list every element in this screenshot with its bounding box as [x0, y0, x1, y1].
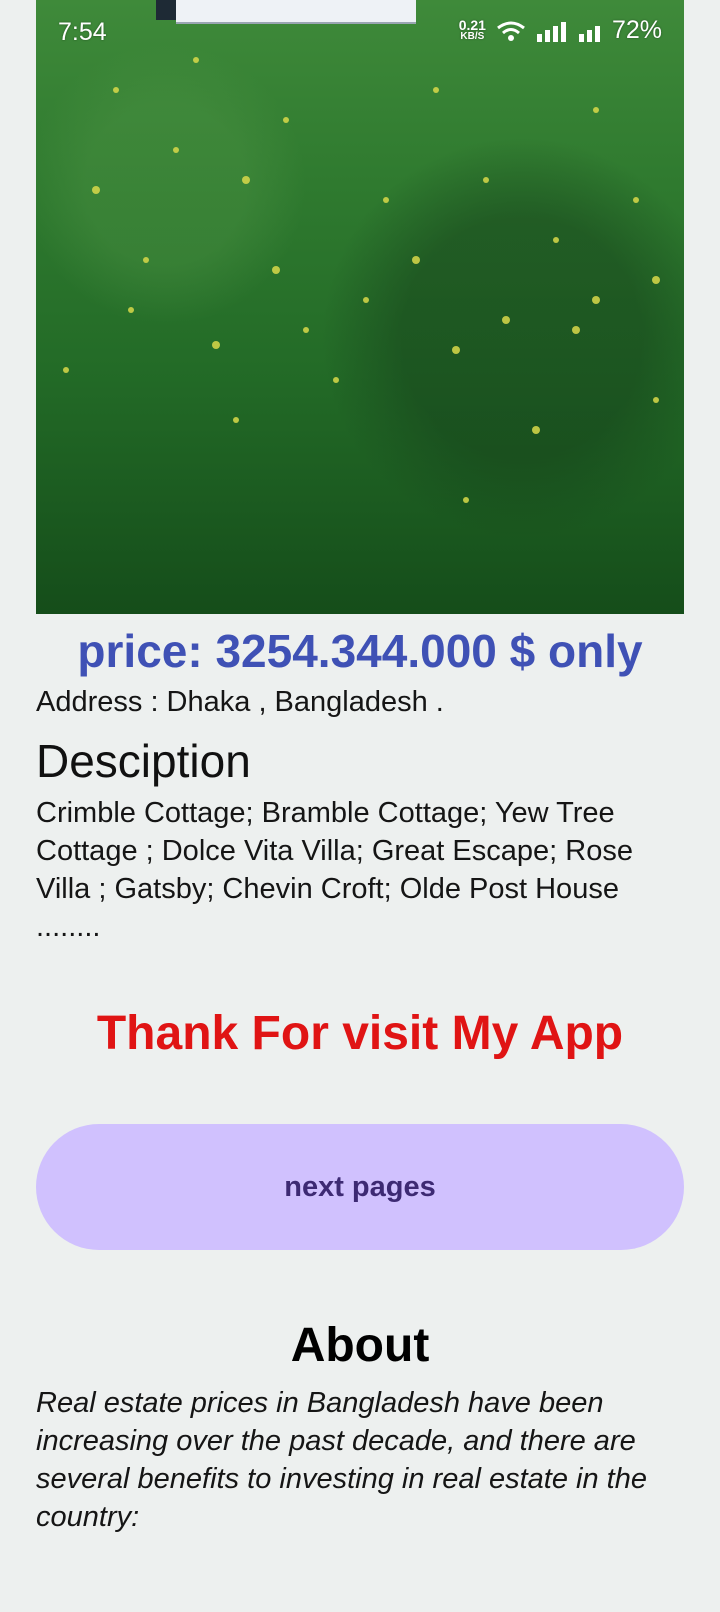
description-text: Crimble Cottage; Bramble Cottage; Yew Tr… [36, 797, 633, 943]
wifi-icon [496, 20, 526, 42]
property-image [36, 0, 684, 614]
about-text: Real estate prices in Bangladesh have be… [36, 1387, 647, 1533]
status-time: 7:54 [58, 18, 107, 46]
address-label: Address : Dhaka , Bangladesh . [36, 686, 444, 718]
signal-icon [536, 20, 568, 42]
thank-you-message: Thank For visit My App [96, 1007, 624, 1060]
network-speed-unit: KB/S [460, 30, 485, 42]
network-speed: 0.21 KB/S [458, 16, 486, 43]
about-heading: About [290, 1319, 430, 1372]
next-pages-button[interactable]: next pages [36, 1124, 684, 1250]
network-speed-value: 0.21 [458, 16, 486, 33]
status-icons: 0.21 KB/S 72% [459, 16, 662, 45]
battery-level: 72% [611, 16, 662, 44]
wildflower-dots [63, 57, 660, 503]
price-label: price: 3254.344.000 $ only [77, 625, 643, 677]
description-heading: Desciption [36, 735, 251, 787]
status-bar: 7:54 0.21 KB/S 72% [0, 0, 720, 64]
signal-icon-secondary [578, 20, 602, 42]
